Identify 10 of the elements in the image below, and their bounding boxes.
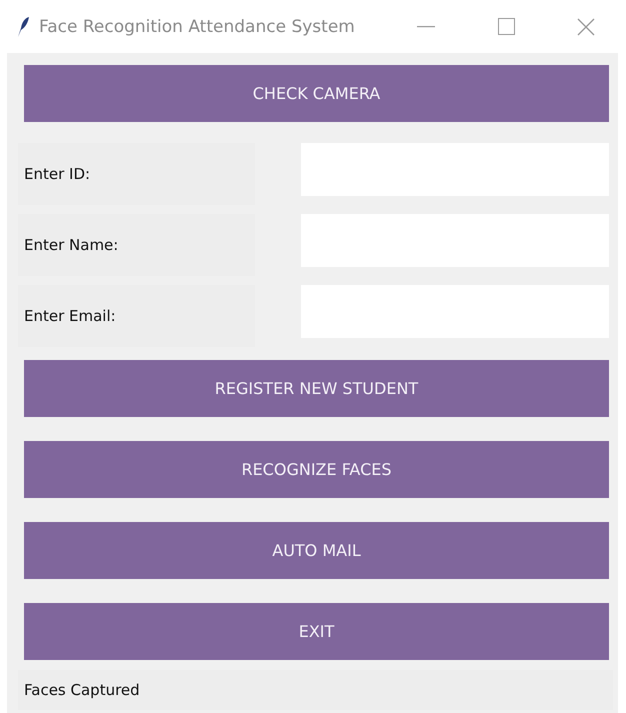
mail-button[interactable]: AUTO MAIL <box>24 522 609 579</box>
register-button[interactable]: REGISTER NEW STUDENT <box>24 360 609 417</box>
check-camera-button[interactable]: CHECK CAMERA <box>24 65 609 122</box>
close-icon <box>577 18 595 36</box>
maximize-icon <box>498 18 514 35</box>
recognize-button[interactable]: RECOGNIZE FACES <box>24 441 609 498</box>
exit-button[interactable]: EXIT <box>24 603 609 660</box>
minimize-icon <box>417 26 435 28</box>
window-title: Face Recognition Attendance System <box>39 16 356 36</box>
feather-icon <box>16 16 30 38</box>
